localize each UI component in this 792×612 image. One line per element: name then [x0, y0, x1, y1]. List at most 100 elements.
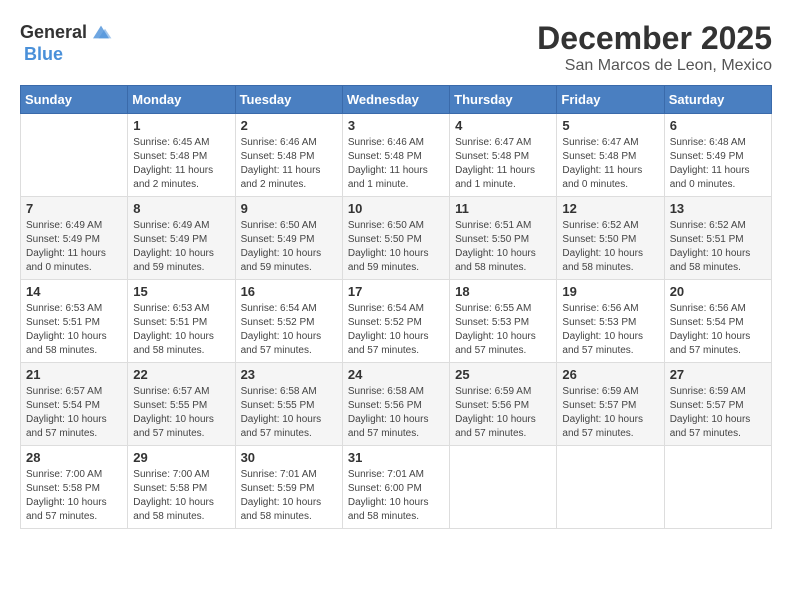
day-number: 10: [348, 201, 444, 216]
day-info: Sunrise: 6:46 AM Sunset: 5:48 PM Dayligh…: [348, 136, 444, 192]
month-title: December 2025: [537, 20, 772, 57]
weekday-header: Tuesday: [235, 86, 342, 114]
day-number: 12: [562, 201, 658, 216]
day-info: Sunrise: 6:57 AM Sunset: 5:54 PM Dayligh…: [26, 385, 122, 441]
day-info: Sunrise: 6:50 AM Sunset: 5:50 PM Dayligh…: [348, 219, 444, 275]
calendar-cell: 19 Sunrise: 6:56 AM Sunset: 5:53 PM Dayli…: [557, 280, 664, 363]
calendar-cell: 13Sunrise: 6:52 AM Sunset: 5:51 PM Dayli…: [664, 197, 771, 280]
logo-text-general: General: [20, 22, 87, 43]
location-title: San Marcos de Leon, Mexico: [537, 57, 772, 75]
calendar-cell: 14 Sunrise: 6:53 AM Sunset: 5:51 PM Dayli…: [21, 280, 128, 363]
day-number: 7: [26, 201, 122, 216]
day-info: Sunrise: 6:55 AM Sunset: 5:53 PM Dayligh…: [455, 302, 551, 358]
day-number: 18: [455, 284, 551, 299]
day-number: 23: [241, 367, 337, 382]
weekday-header: Saturday: [664, 86, 771, 114]
calendar-cell: 31Sunrise: 7:01 AM Sunset: 6:00 PM Dayli…: [342, 446, 449, 529]
day-number: 29: [133, 450, 229, 465]
weekday-header: Thursday: [450, 86, 557, 114]
calendar-cell: 22 Sunrise: 6:57 AM Sunset: 5:55 PM Dayli…: [128, 363, 235, 446]
day-info: Sunrise: 7:01 AM Sunset: 5:59 PM Dayligh…: [241, 468, 337, 524]
calendar-cell: [21, 114, 128, 197]
calendar-cell: 6 Sunrise: 6:48 AM Sunset: 5:49 PM Daylig…: [664, 114, 771, 197]
calendar-cell: 1Sunrise: 6:45 AM Sunset: 5:48 PM Daylig…: [128, 114, 235, 197]
day-number: 14: [26, 284, 122, 299]
calendar-cell: 25 Sunrise: 6:59 AM Sunset: 5:56 PM Dayli…: [450, 363, 557, 446]
day-number: 30: [241, 450, 337, 465]
day-number: 3: [348, 118, 444, 133]
day-number: 24: [348, 367, 444, 382]
day-info: Sunrise: 6:59 AM Sunset: 5:57 PM Dayligh…: [670, 385, 766, 441]
day-info: Sunrise: 6:51 AM Sunset: 5:50 PM Dayligh…: [455, 219, 551, 275]
calendar-cell: 21 Sunrise: 6:57 AM Sunset: 5:54 PM Dayli…: [21, 363, 128, 446]
calendar-week-row: 1Sunrise: 6:45 AM Sunset: 5:48 PM Daylig…: [21, 114, 772, 197]
calendar-week-row: 21 Sunrise: 6:57 AM Sunset: 5:54 PM Dayli…: [21, 363, 772, 446]
day-number: 19: [562, 284, 658, 299]
day-number: 11: [455, 201, 551, 216]
calendar-table: SundayMondayTuesdayWednesdayThursdayFrid…: [20, 85, 772, 529]
day-info: Sunrise: 6:58 AM Sunset: 5:56 PM Dayligh…: [348, 385, 444, 441]
day-info: Sunrise: 6:53 AM Sunset: 5:51 PM Dayligh…: [26, 302, 122, 358]
calendar-cell: [557, 446, 664, 529]
day-number: 1: [133, 118, 229, 133]
weekday-header: Monday: [128, 86, 235, 114]
day-number: 9: [241, 201, 337, 216]
day-number: 28: [26, 450, 122, 465]
day-info: Sunrise: 6:56 AM Sunset: 5:54 PM Dayligh…: [670, 302, 766, 358]
day-number: 31: [348, 450, 444, 465]
day-number: 4: [455, 118, 551, 133]
calendar-cell: 9 Sunrise: 6:50 AM Sunset: 5:49 PM Daylig…: [235, 197, 342, 280]
day-info: Sunrise: 6:46 AM Sunset: 5:48 PM Dayligh…: [241, 136, 337, 192]
day-number: 5: [562, 118, 658, 133]
calendar-cell: 15 Sunrise: 6:53 AM Sunset: 5:51 PM Dayli…: [128, 280, 235, 363]
day-info: Sunrise: 6:52 AM Sunset: 5:50 PM Dayligh…: [562, 219, 658, 275]
day-number: 22: [133, 367, 229, 382]
day-info: Sunrise: 6:59 AM Sunset: 5:57 PM Dayligh…: [562, 385, 658, 441]
calendar-cell: 26 Sunrise: 6:59 AM Sunset: 5:57 PM Dayli…: [557, 363, 664, 446]
calendar-body: 1Sunrise: 6:45 AM Sunset: 5:48 PM Daylig…: [21, 114, 772, 529]
calendar-cell: [450, 446, 557, 529]
day-number: 8: [133, 201, 229, 216]
calendar-cell: [664, 446, 771, 529]
day-info: Sunrise: 6:54 AM Sunset: 5:52 PM Dayligh…: [348, 302, 444, 358]
day-info: Sunrise: 6:58 AM Sunset: 5:55 PM Dayligh…: [241, 385, 337, 441]
day-info: Sunrise: 6:52 AM Sunset: 5:51 PM Dayligh…: [670, 219, 766, 275]
day-number: 26: [562, 367, 658, 382]
day-info: Sunrise: 6:56 AM Sunset: 5:53 PM Dayligh…: [562, 302, 658, 358]
day-info: Sunrise: 6:47 AM Sunset: 5:48 PM Dayligh…: [455, 136, 551, 192]
day-number: 6: [670, 118, 766, 133]
day-number: 25: [455, 367, 551, 382]
day-info: Sunrise: 7:00 AM Sunset: 5:58 PM Dayligh…: [26, 468, 122, 524]
calendar-cell: 4 Sunrise: 6:47 AM Sunset: 5:48 PM Daylig…: [450, 114, 557, 197]
calendar-cell: 23 Sunrise: 6:58 AM Sunset: 5:55 PM Dayli…: [235, 363, 342, 446]
calendar-cell: 2Sunrise: 6:46 AM Sunset: 5:48 PM Daylig…: [235, 114, 342, 197]
calendar-cell: 10 Sunrise: 6:50 AM Sunset: 5:50 PM Dayli…: [342, 197, 449, 280]
day-info: Sunrise: 6:59 AM Sunset: 5:56 PM Dayligh…: [455, 385, 551, 441]
title-section: December 2025 San Marcos de Leon, Mexico: [537, 20, 772, 75]
logo-text-blue: Blue: [24, 44, 63, 65]
day-info: Sunrise: 6:50 AM Sunset: 5:49 PM Dayligh…: [241, 219, 337, 275]
day-info: Sunrise: 6:54 AM Sunset: 5:52 PM Dayligh…: [241, 302, 337, 358]
day-info: Sunrise: 6:47 AM Sunset: 5:48 PM Dayligh…: [562, 136, 658, 192]
day-number: 21: [26, 367, 122, 382]
day-info: Sunrise: 6:53 AM Sunset: 5:51 PM Dayligh…: [133, 302, 229, 358]
weekday-header: Wednesday: [342, 86, 449, 114]
day-info: Sunrise: 7:00 AM Sunset: 5:58 PM Dayligh…: [133, 468, 229, 524]
calendar-header-row: SundayMondayTuesdayWednesdayThursdayFrid…: [21, 86, 772, 114]
header: General Blue December 2025 San Marcos de…: [20, 20, 772, 75]
day-number: 20: [670, 284, 766, 299]
calendar-cell: 20 Sunrise: 6:56 AM Sunset: 5:54 PM Dayli…: [664, 280, 771, 363]
day-info: Sunrise: 6:57 AM Sunset: 5:55 PM Dayligh…: [133, 385, 229, 441]
day-info: Sunrise: 6:48 AM Sunset: 5:49 PM Dayligh…: [670, 136, 766, 192]
logo: General Blue: [20, 20, 113, 65]
calendar-cell: 12 Sunrise: 6:52 AM Sunset: 5:50 PM Dayli…: [557, 197, 664, 280]
calendar-week-row: 14 Sunrise: 6:53 AM Sunset: 5:51 PM Dayli…: [21, 280, 772, 363]
calendar-cell: 17Sunrise: 6:54 AM Sunset: 5:52 PM Dayli…: [342, 280, 449, 363]
logo-icon: [89, 20, 113, 44]
day-number: 27: [670, 367, 766, 382]
calendar-cell: 8 Sunrise: 6:49 AM Sunset: 5:49 PM Daylig…: [128, 197, 235, 280]
day-info: Sunrise: 6:49 AM Sunset: 5:49 PM Dayligh…: [26, 219, 122, 275]
calendar-cell: 16Sunrise: 6:54 AM Sunset: 5:52 PM Dayli…: [235, 280, 342, 363]
day-info: Sunrise: 6:49 AM Sunset: 5:49 PM Dayligh…: [133, 219, 229, 275]
day-number: 15: [133, 284, 229, 299]
